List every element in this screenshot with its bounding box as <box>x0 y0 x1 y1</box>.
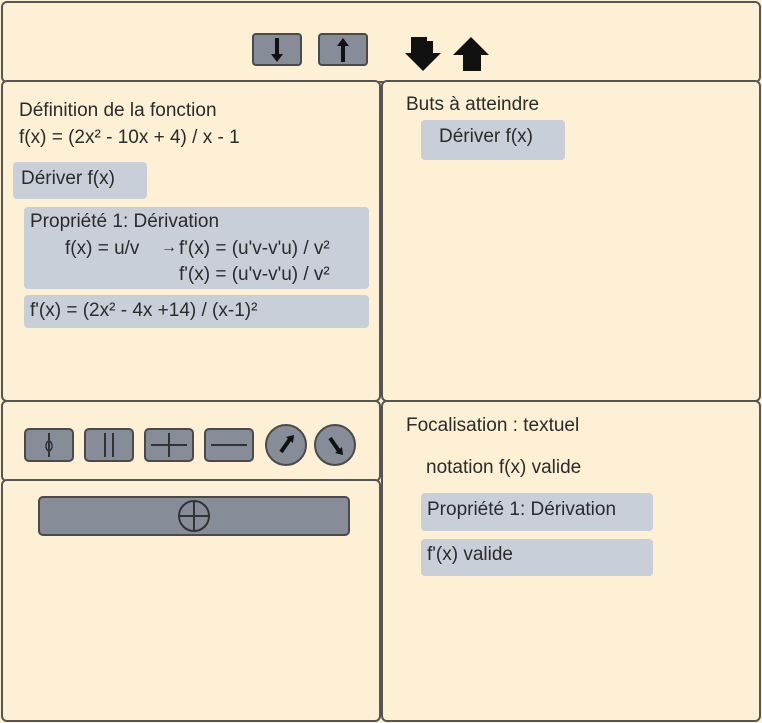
property-rule-rhs: f'(x) = (u'v-v'u) / v² <box>179 238 330 259</box>
plus-icon <box>151 433 187 457</box>
arrow-up-icon <box>337 37 349 62</box>
property-card[interactable]: Propriété 1: Dérivation f(x) = u/v → f'(… <box>24 207 369 289</box>
phi-tool-button[interactable] <box>24 428 74 462</box>
definition-title: Définition de la fonction <box>19 100 217 121</box>
focus-item[interactable]: Propriété 1: Dérivation <box>421 493 653 531</box>
rotate-left-icon <box>328 436 343 455</box>
big-arrow-up-icon[interactable] <box>451 35 491 73</box>
derivative-result[interactable]: f'(x) = (2x² - 4x +14) / (x-1)² <box>24 295 369 328</box>
goal-item[interactable]: Dériver f(x) <box>421 120 565 160</box>
goals-panel: Buts à atteindre Dériver f(x) <box>381 80 761 402</box>
definition-panel: Définition de la fonction f(x) = (2x² - … <box>1 80 381 402</box>
implies-arrow: → <box>161 239 177 256</box>
big-arrow-down-icon[interactable] <box>403 35 443 73</box>
tools-panel <box>1 400 381 482</box>
notation-status: notation f(x) valide <box>426 457 582 478</box>
focus-panel: Focalisation : textuel notation f(x) val… <box>381 400 761 722</box>
rotate-left-button[interactable] <box>314 424 356 466</box>
focus-item[interactable]: f'(x) valide <box>421 539 653 576</box>
arrow-down-icon <box>271 37 283 62</box>
workspace-panel <box>1 479 381 722</box>
minus-icon <box>211 444 247 446</box>
focus-title: Focalisation : textuel <box>406 415 580 436</box>
rotate-right-icon <box>279 435 294 454</box>
parallel-lines-icon <box>104 433 114 457</box>
derive-action-chip[interactable]: Dériver f(x) <box>13 162 147 199</box>
phi-icon <box>45 433 53 457</box>
property-rule-lhs: f(x) = u/v <box>65 238 140 259</box>
move-up-button[interactable] <box>318 33 368 66</box>
add-step-button[interactable] <box>38 496 350 536</box>
function-formula: f(x) = (2x² - 10x + 4) / x - 1 <box>19 127 240 148</box>
minus-tool-button[interactable] <box>204 428 254 462</box>
top-toolbar <box>1 1 761 83</box>
move-down-button[interactable] <box>252 33 302 66</box>
parallel-tool-button[interactable] <box>84 428 134 462</box>
plus-tool-button[interactable] <box>144 428 194 462</box>
goals-title: Buts à atteindre <box>406 94 540 115</box>
property-rule-line2: f'(x) = (u'v-v'u) / v² <box>179 264 330 285</box>
rotate-right-button[interactable] <box>265 424 307 466</box>
circled-plus-icon <box>178 500 210 532</box>
property-title: Propriété 1: Dérivation <box>30 211 220 232</box>
